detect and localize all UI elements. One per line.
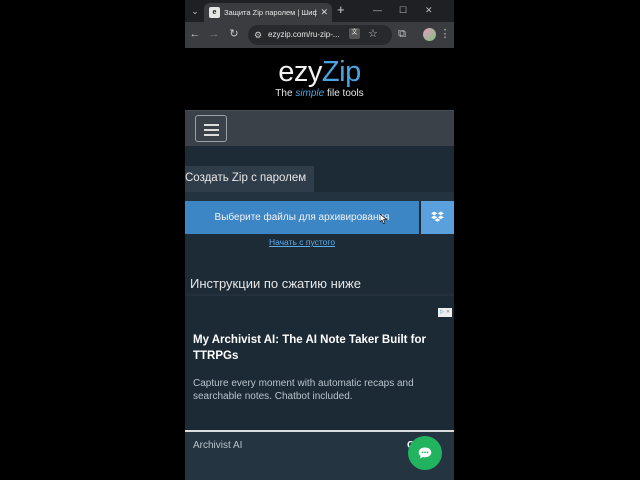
logo-text-left: ezy — [278, 56, 322, 88]
dropbox-button[interactable] — [421, 201, 454, 234]
browser-tab[interactable]: e Защита Zip паролем | Шифров ✕ — [204, 3, 332, 22]
mouse-cursor-icon — [380, 214, 388, 224]
tab-create-zip-password[interactable]: Создать Zip с паролем — [185, 166, 314, 192]
more-vertical-icon[interactable]: ⋮ — [438, 27, 452, 41]
tagline-prefix: The — [275, 88, 296, 99]
tab-strip: ⌄ e Защита Zip паролем | Шифров ✕ + — ☐ … — [185, 0, 454, 22]
back-arrow-icon[interactable]: ← — [188, 27, 202, 41]
address-bar[interactable]: ⚙ ezyzip.com/ru-zip-... 文 ☆ — [248, 25, 392, 45]
dropbox-icon — [431, 211, 444, 222]
favicon: e — [209, 7, 220, 18]
ad-advertiser[interactable]: Archivist AI — [193, 440, 242, 452]
tab-title: Защита Zip паролем | Шифров — [224, 8, 317, 17]
ad-description: Capture every moment with automatic reca… — [193, 378, 414, 402]
instructions-heading: Инструкции по сжатию ниже — [190, 276, 361, 291]
avatar[interactable] — [423, 28, 436, 41]
reload-icon[interactable]: ↻ — [227, 27, 241, 41]
logo-text-right: Zip — [321, 56, 361, 88]
site-header: ezyZip The simple file tools — [185, 48, 454, 110]
tagline: The simple file tools — [185, 88, 454, 100]
minimize-icon[interactable]: — — [373, 4, 382, 16]
plus-icon[interactable]: + — [337, 3, 345, 17]
ad-choices-icon[interactable]: ▷ ✕ — [438, 308, 452, 317]
forward-arrow-icon[interactable]: → — [207, 27, 221, 41]
tab-panel-top — [185, 192, 454, 201]
ad-title[interactable]: My Archivist AI: The AI Note Taker Built… — [193, 332, 443, 364]
chevron-down-icon[interactable]: ⌄ — [188, 4, 202, 18]
tab-label: Создать Zip с паролем — [185, 172, 307, 184]
star-icon[interactable]: ☆ — [368, 27, 378, 41]
tagline-accent: simple — [295, 88, 325, 99]
hamburger-menu-icon[interactable] — [195, 115, 227, 142]
window-close-icon[interactable]: ✕ — [425, 4, 433, 16]
close-icon[interactable]: ✕ — [320, 6, 328, 18]
site-navbar — [185, 110, 454, 146]
browser-toolbar: ← → ↻ ⚙ ezyzip.com/ru-zip-... 文 ☆ ⧉ ⋮ — [185, 22, 454, 48]
site-logo[interactable]: ezyZip — [185, 56, 454, 88]
start-empty-link[interactable]: Начать с пустого — [185, 237, 419, 247]
tune-icon[interactable]: ⚙ — [254, 28, 262, 42]
chat-icon — [418, 447, 432, 459]
chat-button[interactable] — [408, 436, 442, 470]
tagline-suffix: file tools — [324, 88, 364, 99]
browser-window: ⌄ e Защита Zip паролем | Шифров ✕ + — ☐ … — [185, 0, 454, 480]
translate-icon[interactable]: 文 — [349, 28, 360, 39]
maximize-icon[interactable]: ☐ — [399, 4, 407, 16]
puzzle-icon[interactable]: ⧉ — [395, 27, 409, 41]
url-text[interactable]: ezyzip.com/ru-zip-... — [268, 29, 340, 41]
